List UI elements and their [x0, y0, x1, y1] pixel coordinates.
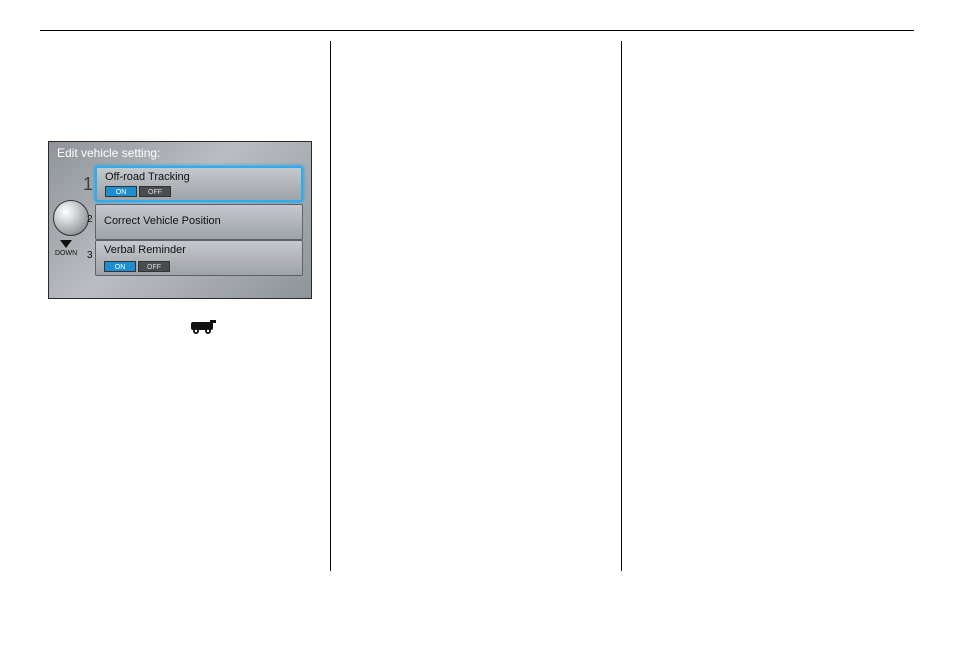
toggle-pair[interactable]: ON OFF [105, 186, 171, 197]
row-index-1: 1 [83, 174, 93, 195]
toggle-pair[interactable]: ON OFF [104, 261, 170, 272]
setting-row-correct-vehicle-position[interactable]: Correct Vehicle Position [95, 204, 303, 240]
row-index-3: 3 [87, 250, 93, 261]
setting-row-offroad-tracking[interactable]: Off-road Tracking ON OFF [95, 166, 303, 202]
vehicle-settings-screenshot: Edit vehicle setting: DOWN 1 2 3 Off-roa… [48, 141, 312, 299]
setting-label: Verbal Reminder [104, 244, 186, 256]
screenshot-title: Edit vehicle setting: [57, 146, 160, 160]
setting-label: Correct Vehicle Position [104, 215, 221, 227]
down-arrow-icon [60, 240, 72, 248]
setting-row-verbal-reminder[interactable]: Verbal Reminder ON OFF [95, 240, 303, 276]
toggle-off[interactable]: OFF [138, 261, 170, 272]
vehicle-icon [190, 317, 331, 340]
toggle-off[interactable]: OFF [139, 186, 171, 197]
page-top-rule [40, 30, 914, 31]
row-index-2: 2 [87, 214, 93, 225]
rotary-knob-icon [53, 200, 89, 236]
setting-label: Off-road Tracking [105, 171, 190, 183]
toggle-on[interactable]: ON [105, 186, 137, 197]
down-label: DOWN [55, 250, 77, 257]
toggle-on[interactable]: ON [104, 261, 136, 272]
